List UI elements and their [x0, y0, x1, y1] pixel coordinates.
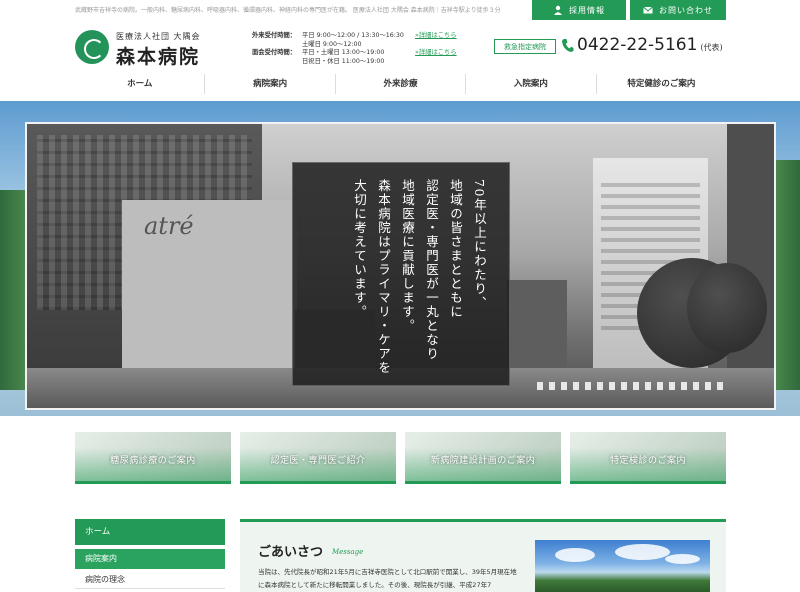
site-description: 武蔵野市吉祥寺の病院。一般内科、糖尿病内科、呼吸器内科、循環器内科、神経内科の専… [75, 7, 501, 14]
cloud [555, 548, 595, 562]
outpatient-details-link[interactable]: »詳細はこちら [415, 30, 457, 39]
crosswalk [537, 382, 727, 390]
card-accent-bar [240, 481, 396, 484]
nav-inpatient[interactable]: 入院案内 [466, 74, 597, 94]
card-label: 新病院建設計画のご案内 [430, 456, 536, 466]
sidebar-item-philosophy[interactable]: 病院の理念 [75, 571, 225, 589]
hero-message-box: 70年以上にわたり、 地域の皆さまとともに 認定医・専門医が一丸となり 地域医療… [292, 162, 510, 386]
street-tree [687, 263, 767, 353]
building-atre: atré [122, 200, 297, 370]
visiting-hours-holiday: 日祝日・休日 11:00～19:00 [302, 58, 385, 65]
hero-trees-left [0, 190, 28, 390]
phone-contact[interactable]: 0422-22-5161 (代表) [561, 35, 723, 55]
mail-icon [643, 6, 653, 14]
hero-trees-right [774, 160, 800, 390]
logo-corporation-name: 医療法人社団 大隅会 [116, 32, 201, 41]
card-label: 糖尿病診療のご案内 [110, 456, 196, 466]
person-icon [554, 5, 562, 15]
nav-outpatient[interactable]: 外来診療 [336, 74, 467, 94]
building-back [507, 280, 567, 370]
phone-icon [562, 38, 574, 52]
atre-sign: atré [144, 212, 194, 240]
card-new-hospital-plan[interactable]: 新病院建設計画のご案内 [405, 432, 561, 484]
cloud [665, 554, 700, 564]
hero-message: 70年以上にわたり、 地域の皆さまとともに 認定医・専門医が一丸となり 地域医療… [352, 179, 487, 375]
sidebar-home[interactable]: ホーム [75, 519, 225, 545]
greeting-title: ごあいさつ [258, 545, 324, 560]
visiting-hours-weekday: 平日・土曜日 13:00～19:00 [302, 49, 385, 56]
card-health-checkup[interactable]: 特定検診のご案内 [570, 432, 726, 484]
card-specialists[interactable]: 認定医・専門医ご紹介 [240, 432, 396, 484]
sidebar-hospital-guide[interactable]: 病院案内 [75, 549, 225, 569]
phone-suffix: (代表) [700, 43, 723, 52]
card-label: 特定検診のご案内 [609, 456, 686, 466]
greeting-subtitle: Message [332, 548, 364, 556]
card-accent-bar [570, 481, 726, 484]
visiting-details-link[interactable]: »詳細はこちら [415, 47, 457, 56]
nav-health-checkup[interactable]: 特定健診のご案内 [597, 74, 726, 94]
logo-hospital-name[interactable]: 森本病院 [116, 42, 200, 69]
phone-number: 0422-22-5161 [577, 35, 698, 55]
recruit-button-label: 採用情報 [569, 5, 605, 15]
outpatient-hours-label: 外来受付時間： [252, 32, 297, 39]
outpatient-hours-weekday: 平日 9:00～12:00 / 13:30～16:30 [302, 32, 404, 39]
greeting-body: 当院は、先代院長が昭和21年5月に吉祥寺医院として北口駅前で開業し、39年5月現… [258, 568, 517, 589]
recruit-button[interactable]: 採用情報 [532, 0, 626, 20]
greeting-photo [535, 540, 710, 592]
nav-hospital-guide[interactable]: 病院案内 [205, 74, 336, 94]
card-accent-bar [405, 481, 561, 484]
visiting-hours-label: 面会受付時間： [252, 49, 297, 56]
card-accent-bar [75, 481, 231, 484]
nav-home[interactable]: ホーム [75, 74, 206, 94]
cloud [615, 544, 670, 560]
emergency-badge: 救急指定病院 [494, 39, 556, 54]
main-navigation: ホーム 病院案内 外来診療 入院案内 特定健診のご案内 [75, 74, 726, 94]
contact-button-label: お問い合わせ [659, 5, 713, 15]
card-diabetes-care[interactable]: 糖尿病診療のご案内 [75, 432, 231, 484]
card-label: 認定医・専門医ご紹介 [270, 456, 366, 466]
hospital-logo-mark[interactable] [75, 30, 109, 64]
contact-button[interactable]: お問い合わせ [630, 0, 726, 20]
